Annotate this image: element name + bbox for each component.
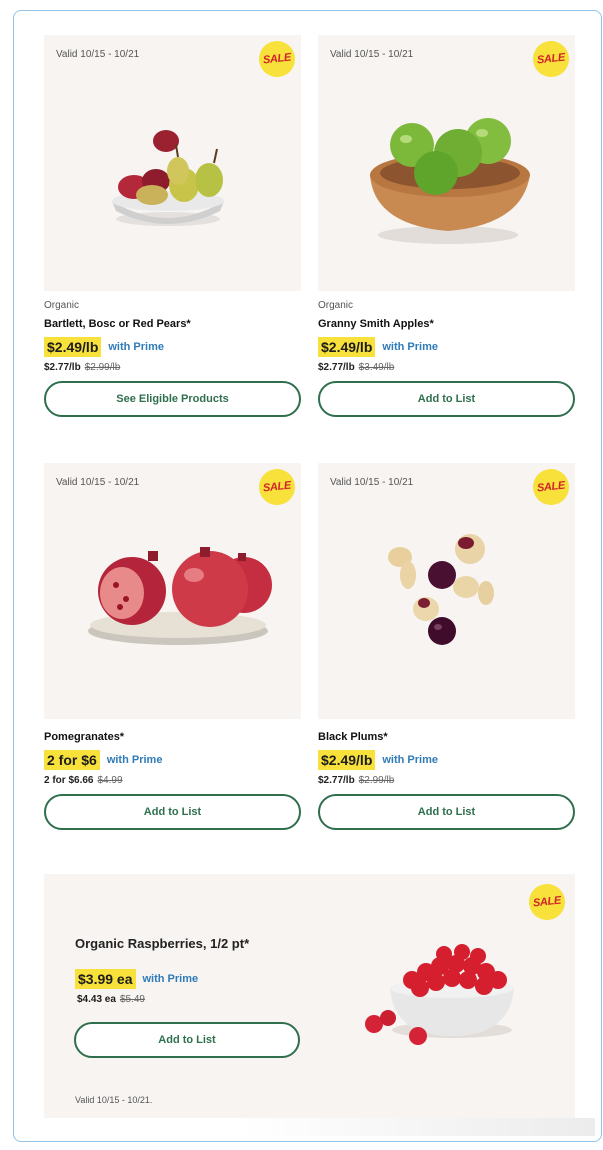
green-apples-bowl-image xyxy=(370,118,530,244)
product-card-pears: Valid 10/15 - 10/21 SALE Organic Bartlet… xyxy=(44,35,301,417)
product-image-tile[interactable]: Valid 10/15 - 10/21 SALE xyxy=(318,463,575,719)
add-to-list-button[interactable]: Add to List xyxy=(44,794,301,830)
product-card-apples: Valid 10/15 - 10/21 SALE Organic Granny … xyxy=(318,35,575,417)
with-prime-label: with Prime xyxy=(142,973,199,985)
with-prime-label: with Prime xyxy=(106,754,163,766)
product-eyebrow: Organic xyxy=(44,300,80,311)
regular-price: 2 for $6.66 xyxy=(44,775,94,786)
was-price: $2.99/lb xyxy=(84,362,121,373)
regular-price: $4.43 ea xyxy=(77,994,116,1005)
regular-price: $2.77/lb xyxy=(318,775,355,786)
black-plums-image xyxy=(388,534,494,645)
add-to-list-button[interactable]: Add to List xyxy=(318,794,575,830)
product-card-black-plums: Valid 10/15 - 10/21 SALE Black Plums* $2… xyxy=(318,463,575,830)
was-price: $4.99 xyxy=(97,775,123,786)
regular-price: $2.77/lb xyxy=(44,362,81,373)
pears-bowl-image xyxy=(112,130,224,226)
with-prime-label: with Prime xyxy=(382,754,438,766)
pomegranates-plate-image xyxy=(88,547,272,645)
featured-deal-banner: SALE Organic Raspberries, 1/2 pt* $3.99 … xyxy=(44,874,575,1118)
was-price: $2.99/lb xyxy=(358,775,395,786)
see-eligible-products-button[interactable]: See Eligible Products xyxy=(44,381,301,417)
raspberries-bowl-image[interactable] xyxy=(360,944,520,1054)
product-eyebrow: Organic xyxy=(318,300,354,311)
regular-price: $2.77/lb xyxy=(318,362,355,373)
prime-price: $2.49/lb xyxy=(318,750,376,770)
was-price: $5.49 xyxy=(119,994,145,1005)
prime-price: $3.99 ea xyxy=(75,969,136,989)
sale-badge: SALE xyxy=(527,882,567,922)
product-title[interactable]: Bartlett, Bosc or Red Pears* xyxy=(44,318,301,330)
product-image-tile[interactable]: Valid 10/15 - 10/21 SALE xyxy=(318,35,575,291)
product-title[interactable]: Black Plums* xyxy=(318,731,575,743)
prime-price: $2.49/lb xyxy=(318,337,376,357)
product-image-tile[interactable]: Valid 10/15 - 10/21 SALE xyxy=(44,463,301,719)
add-to-list-button[interactable]: Add to List xyxy=(74,1022,300,1058)
product-image-tile[interactable]: Valid 10/15 - 10/21 SALE xyxy=(44,35,301,291)
prime-price: $2.49/lb xyxy=(44,337,102,357)
with-prime-label: with Prime xyxy=(108,341,164,353)
prime-price: 2 for $6 xyxy=(44,750,100,770)
with-prime-label: with Prime xyxy=(382,341,438,353)
product-card-pomegranates: Valid 10/15 - 10/21 SALE Pomegranates* 2… xyxy=(44,463,301,830)
product-title[interactable]: Granny Smith Apples* xyxy=(318,318,575,330)
product-title[interactable]: Pomegranates* xyxy=(44,731,301,743)
valid-dates: Valid 10/15 - 10/21. xyxy=(75,1095,153,1105)
was-price: $3.49/lb xyxy=(358,362,395,373)
banner-title[interactable]: Organic Raspberries, 1/2 pt* xyxy=(75,936,249,951)
add-to-list-button[interactable]: Add to List xyxy=(318,381,575,417)
footer-fade xyxy=(240,1118,595,1136)
